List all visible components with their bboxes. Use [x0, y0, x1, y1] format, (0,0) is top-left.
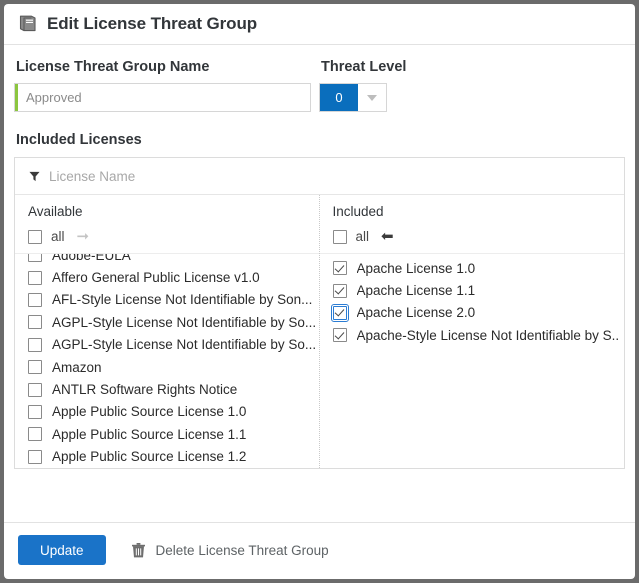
- license-name-label: Apple Public Source License 1.0: [52, 404, 247, 420]
- included-select-all-row[interactable]: all ⬅: [319, 219, 624, 254]
- list-item[interactable]: AGPL-Style License Not Identifiable by S…: [15, 334, 319, 356]
- dialog-body: License Threat Group Name Approved Threa…: [4, 45, 635, 522]
- license-checkbox[interactable]: [332, 328, 347, 343]
- threat-level-group: Threat Level 0: [319, 59, 406, 112]
- included-heading: Included: [332, 204, 384, 219]
- name-input-value: Approved: [26, 90, 82, 105]
- available-column: Available all ➞ Adobe-EULA Affero General…: [15, 195, 320, 468]
- edit-license-threat-group-dialog: Edit License Threat Group License Threat…: [4, 4, 635, 579]
- dialog-footer: Update Delete License Threat Group: [4, 522, 635, 579]
- available-all-label: all: [51, 229, 65, 244]
- license-name-label: AFL-Style License Not Identifiable by So…: [52, 292, 313, 308]
- license-checkbox[interactable]: [28, 337, 42, 352]
- list-item[interactable]: Apple Public Source License 1.2: [15, 446, 319, 468]
- license-checkbox[interactable]: [28, 404, 42, 419]
- arrow-left-icon[interactable]: ⬅: [381, 229, 394, 244]
- included-column: Included all ⬅ Apache License 1.0 Apache …: [319, 195, 625, 468]
- book-icon: [19, 15, 36, 32]
- license-name-label: Apache License 1.0: [356, 260, 476, 276]
- available-select-all-checkbox[interactable]: [28, 229, 42, 244]
- included-select-all-checkbox[interactable]: [332, 229, 347, 244]
- delete-license-threat-group-label: Delete License Threat Group: [155, 542, 329, 558]
- license-name-label: Apache-Style License Not Identifiable by…: [356, 327, 620, 343]
- included-license-list[interactable]: Apache License 1.0 Apache License 1.1 Apac…: [320, 254, 625, 468]
- arrow-right-icon[interactable]: ➞: [77, 229, 90, 244]
- trash-icon: [131, 542, 145, 557]
- available-license-list[interactable]: Adobe-EULA Affero General Public License …: [15, 254, 319, 468]
- license-name-label: Apache License 1.1: [356, 283, 476, 299]
- list-item[interactable]: Adobe-EULA: [15, 254, 319, 266]
- license-checkbox[interactable]: [28, 270, 42, 285]
- license-checkbox[interactable]: [332, 283, 347, 298]
- form-fields-row: License Threat Group Name Approved Threa…: [14, 59, 625, 112]
- name-field-group: License Threat Group Name Approved: [14, 59, 311, 112]
- available-select-all-row[interactable]: all ➞: [15, 219, 319, 254]
- license-checkbox[interactable]: [28, 254, 42, 263]
- license-threat-group-name-input[interactable]: Approved: [14, 83, 311, 112]
- license-name-label: Amazon: [52, 359, 102, 375]
- threat-level-select[interactable]: 0: [319, 83, 387, 112]
- license-transfer-columns: Available all ➞ Adobe-EULA Affero General…: [15, 195, 624, 468]
- delete-license-threat-group-action[interactable]: Delete License Threat Group: [131, 542, 329, 558]
- included-all-label: all: [355, 229, 370, 244]
- list-item[interactable]: Apache License 1.0: [320, 257, 625, 279]
- chevron-down-icon: [367, 94, 377, 101]
- dialog-header: Edit License Threat Group: [4, 4, 635, 45]
- license-name-label: AGPL-Style License Not Identifiable by S…: [52, 314, 317, 330]
- license-checkbox[interactable]: [28, 292, 42, 307]
- license-filter-placeholder: License Name: [49, 168, 136, 184]
- funnel-icon: [29, 171, 40, 181]
- license-checkbox[interactable]: [28, 315, 42, 330]
- license-checkbox[interactable]: [330, 303, 349, 322]
- list-item[interactable]: Apple Public Source License 1.0: [15, 401, 319, 423]
- license-name-label: Affero General Public License v1.0: [52, 270, 260, 286]
- licenses-panel: License Name Available all ➞ Adobe-EULA A…: [14, 157, 625, 469]
- threat-level-label: Threat Level: [321, 59, 407, 75]
- license-filter-bar[interactable]: License Name: [15, 158, 624, 195]
- list-item[interactable]: Affero General Public License v1.0: [15, 266, 319, 288]
- available-heading: Available: [28, 204, 83, 219]
- license-name-label: ANTLR Software Rights Notice: [52, 382, 238, 398]
- update-button[interactable]: Update: [18, 535, 106, 565]
- license-name-label: Apache License 2.0: [356, 305, 476, 321]
- list-item[interactable]: AGPL-Style License Not Identifiable by S…: [15, 311, 319, 333]
- license-checkbox[interactable]: [332, 261, 347, 276]
- threat-level-dropdown-button[interactable]: [358, 84, 386, 111]
- threat-level-value: 0: [320, 84, 358, 111]
- license-checkbox[interactable]: [28, 360, 42, 375]
- dialog-title: Edit License Threat Group: [47, 14, 258, 33]
- list-item[interactable]: ANTLR Software Rights Notice: [15, 378, 319, 400]
- name-field-label: License Threat Group Name: [16, 59, 210, 75]
- list-item[interactable]: Amazon: [15, 356, 319, 378]
- license-name-label: Apple Public Source License 1.2: [52, 449, 247, 465]
- list-item[interactable]: Apache-Style License Not Identifiable by…: [320, 324, 625, 346]
- included-licenses-title: Included Licenses: [16, 132, 142, 148]
- license-name-label: AGPL-Style License Not Identifiable by S…: [52, 337, 317, 353]
- license-name-label: Apple Public Source License 1.1: [52, 426, 247, 442]
- license-checkbox[interactable]: [28, 382, 42, 397]
- list-item[interactable]: Apache License 2.0: [320, 302, 625, 324]
- license-checkbox[interactable]: [28, 427, 42, 442]
- list-item[interactable]: AFL-Style License Not Identifiable by So…: [15, 289, 319, 311]
- license-checkbox[interactable]: [28, 449, 42, 464]
- list-item[interactable]: Apache License 1.1: [320, 279, 625, 301]
- list-item[interactable]: Apple Public Source License 1.1: [15, 423, 319, 445]
- license-name-label: Adobe-EULA: [52, 254, 131, 263]
